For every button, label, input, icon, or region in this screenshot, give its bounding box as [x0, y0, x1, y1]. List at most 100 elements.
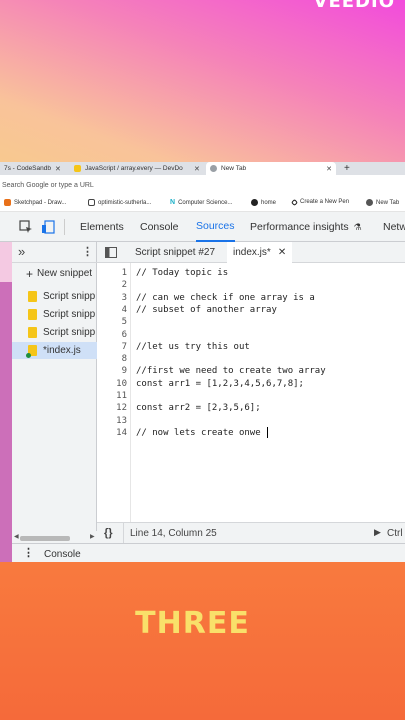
- play-icon[interactable]: ▶: [374, 527, 381, 538]
- bookmark-item[interactable]: optimistic-sutherla...: [88, 199, 151, 206]
- browser-window: 7s - CodeSandb ✕ JavaScript / array.ever…: [0, 162, 405, 562]
- snippet-label: Script snipp: [43, 309, 96, 320]
- tab-sources[interactable]: Sources: [196, 212, 235, 242]
- bookmark-label: home: [261, 199, 277, 206]
- bookmarks-bar: Sketchpad - Draw... optimistic-sutherla.…: [0, 195, 405, 212]
- drawer-tab-console[interactable]: Console: [44, 549, 81, 560]
- line-number: 8: [121, 354, 127, 365]
- code-text: const arr2 = [2,3,5,6];: [136, 403, 261, 414]
- code-line[interactable]: 11: [97, 390, 405, 402]
- navigator-scrollbar[interactable]: ◀ ▶: [12, 531, 97, 543]
- code-line[interactable]: 3 // can we check if one array is a: [97, 292, 405, 304]
- tab-network[interactable]: Netw: [383, 212, 405, 242]
- close-icon[interactable]: ✕: [190, 162, 205, 175]
- code-line[interactable]: 9 //first we need to create two array: [97, 365, 405, 377]
- scroll-left-icon[interactable]: ◀: [14, 533, 19, 540]
- code-line[interactable]: 5: [97, 316, 405, 328]
- browser-tab[interactable]: JavaScript / array.every — DevDo: [70, 162, 200, 175]
- snippet-item[interactable]: Script snipp: [12, 306, 97, 323]
- code-line[interactable]: 10 const arr1 = [1,2,3,4,5,6,7,8];: [97, 378, 405, 390]
- bookmark-item[interactable]: Sketchpad - Draw...: [4, 199, 66, 206]
- bookmark-label: Create a New Pen: [300, 199, 350, 205]
- code-line[interactable]: 12 const arr2 = [2,3,5,6];: [97, 402, 405, 414]
- line-number: 10: [116, 378, 127, 389]
- tab-label: 7s - CodeSandb: [4, 165, 51, 172]
- page-edge-strip: [0, 242, 12, 562]
- console-drawer[interactable]: ⋮ Console: [12, 543, 405, 562]
- bookmark-item[interactable]: N Computer Science...: [170, 199, 232, 206]
- address-bar[interactable]: Search Google or type a URL: [0, 175, 405, 195]
- code-text: // can we check if one array is a: [136, 292, 315, 303]
- address-placeholder: Search Google or type a URL: [2, 181, 94, 189]
- browser-tab-active[interactable]: New Tab ✕: [206, 162, 336, 175]
- editor-tab-bar: Script snippet #27 index.js* ✕: [97, 242, 405, 263]
- code-line[interactable]: 2: [97, 279, 405, 291]
- editor-tab[interactable]: Script snippet #27: [129, 242, 221, 263]
- editor-tab-label: index.js*: [233, 247, 271, 258]
- kebab-menu-icon[interactable]: ⋮: [82, 245, 93, 258]
- code-line[interactable]: 13: [97, 415, 405, 427]
- code-line[interactable]: 6: [97, 329, 405, 341]
- mdn-icon: [74, 165, 81, 172]
- code-line[interactable]: 1 // Today topic is: [97, 267, 405, 279]
- editor-tab-active[interactable]: index.js* ✕: [227, 242, 293, 263]
- tab-performance-insights[interactable]: Performance insights ⚗: [250, 212, 362, 242]
- bookmark-item[interactable]: Create a New Pen: [290, 198, 350, 206]
- snippet-item-selected[interactable]: *index.js: [12, 342, 97, 359]
- text-cursor: [267, 426, 269, 438]
- code-line[interactable]: 8: [97, 353, 405, 365]
- run-shortcut-label: Ctrl: [387, 528, 403, 539]
- tab-elements[interactable]: Elements: [80, 212, 124, 242]
- bookmark-item[interactable]: New Tab: [366, 199, 399, 206]
- code-editor[interactable]: 1 // Today topic is 2 3 // can we check if o…: [97, 263, 405, 522]
- browser-tab[interactable]: 7s - CodeSandb ✕: [0, 162, 68, 175]
- tab-label: New Tab: [221, 165, 247, 172]
- snippet-label: Script snipp: [43, 327, 96, 338]
- file-icon: [28, 291, 37, 302]
- line-number: 9: [121, 366, 127, 377]
- line-number: 5: [121, 317, 127, 328]
- line-number: 4: [121, 304, 127, 315]
- github-icon: [251, 199, 258, 206]
- tab-console[interactable]: Console: [140, 212, 179, 242]
- close-icon[interactable]: ✕: [278, 247, 286, 258]
- bookmark-item[interactable]: home: [251, 199, 276, 206]
- top-gradient-band: VEEDIO: [0, 0, 405, 162]
- line-number: 12: [116, 403, 127, 414]
- line-number: 1: [121, 268, 127, 278]
- code-text: // now lets create onwe: [136, 427, 267, 438]
- page-icon: [88, 199, 95, 206]
- code-text: // subset of another array: [136, 304, 277, 315]
- device-toolbar-icon[interactable]: [41, 220, 55, 234]
- drawer-menu-icon[interactable]: ⋮: [23, 546, 34, 559]
- line-number: 14: [116, 427, 127, 438]
- bookmark-label: Computer Science...: [178, 199, 233, 206]
- line-number: 6: [121, 329, 127, 340]
- snippet-item[interactable]: Script snipp: [12, 324, 97, 341]
- banner-caption: THREE: [135, 606, 250, 641]
- code-text: // Today topic is: [136, 268, 229, 278]
- bookmark-label: Sketchpad - Draw...: [14, 199, 67, 206]
- close-icon[interactable]: ✕: [326, 165, 332, 173]
- code-line[interactable]: 14 // now lets create onwe: [97, 426, 405, 439]
- bookmark-label: optimistic-sutherla...: [98, 199, 152, 206]
- new-tab-button[interactable]: +: [340, 162, 356, 175]
- snippet-item[interactable]: Script snipp: [12, 288, 97, 305]
- navigator-header: » ⋮: [12, 242, 97, 263]
- scrollbar-thumb[interactable]: [20, 536, 70, 541]
- pretty-print-button[interactable]: {}: [104, 527, 113, 539]
- new-snippet-button[interactable]: + New snippet: [12, 265, 97, 282]
- inspect-element-icon[interactable]: [19, 220, 33, 234]
- code-text: //let us try this out: [136, 341, 250, 352]
- file-icon: [28, 327, 37, 338]
- code-line[interactable]: 4 // subset of another array: [97, 304, 405, 316]
- close-icon[interactable]: ✕: [55, 165, 61, 173]
- more-tabs-chevron[interactable]: »: [18, 244, 25, 259]
- code-line[interactable]: 7 //let us try this out: [97, 341, 405, 353]
- scroll-right-icon[interactable]: ▶: [90, 533, 95, 540]
- bottom-banner: THREE: [0, 562, 405, 720]
- tab-label: JavaScript / array.every — DevDo: [85, 165, 183, 172]
- toggle-navigator-icon[interactable]: [105, 247, 117, 258]
- browser-tab-bar: 7s - CodeSandb ✕ JavaScript / array.ever…: [0, 162, 405, 175]
- snippet-label: *index.js: [43, 345, 81, 356]
